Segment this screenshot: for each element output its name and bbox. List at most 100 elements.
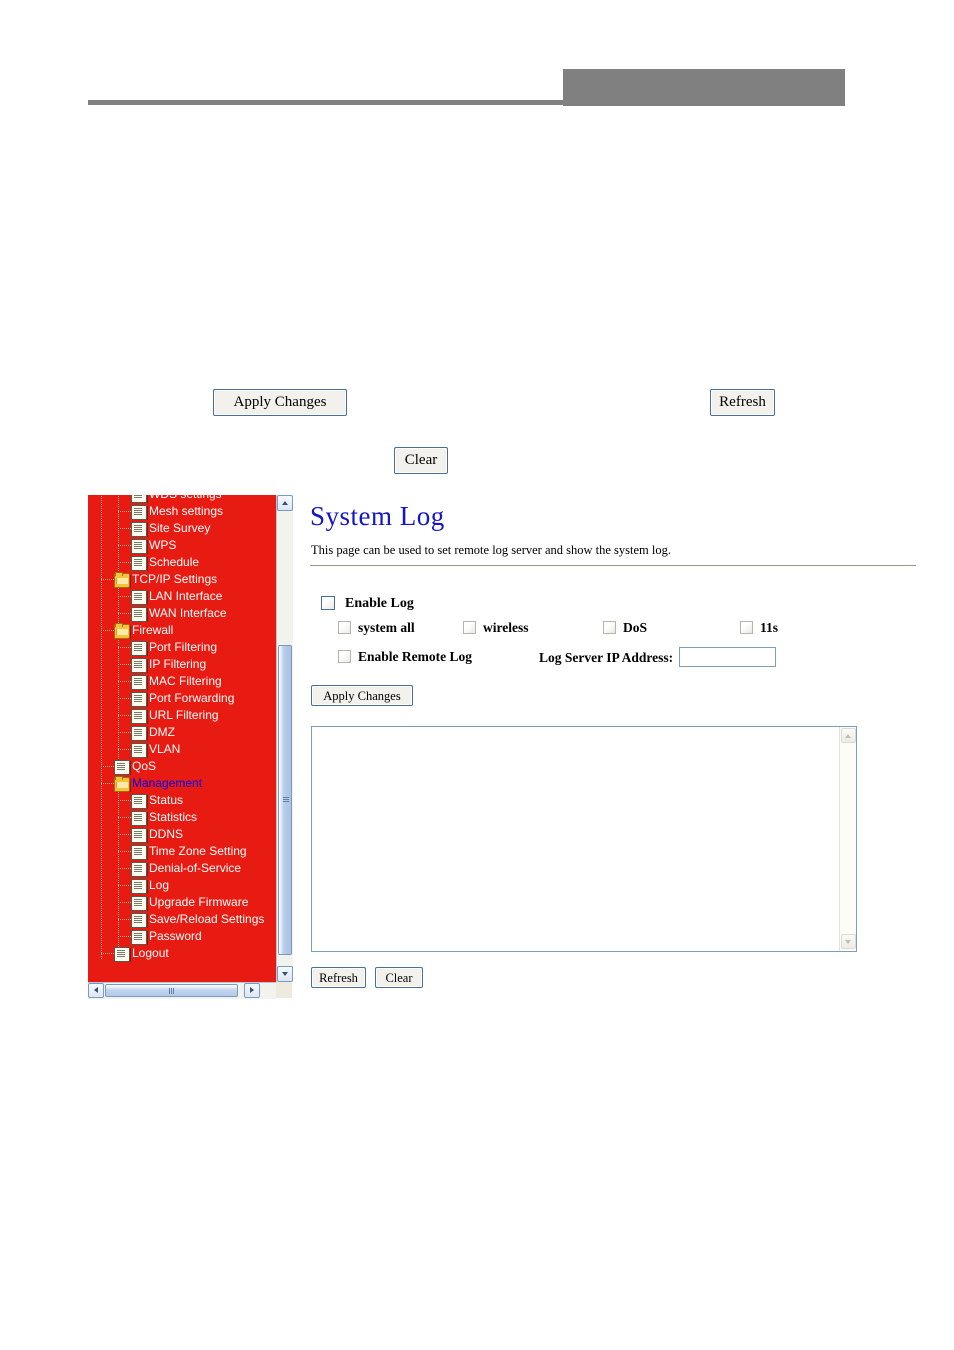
tree-connector — [118, 715, 131, 716]
sidebar-item-tcp-ip-settings[interactable]: TCP/IP Settings — [88, 571, 276, 588]
page-icon — [131, 658, 147, 673]
sidebar-item-wds-settings[interactable]: WDS settings — [88, 495, 276, 503]
tree-connector — [101, 579, 114, 580]
clear-button[interactable]: Clear — [375, 967, 423, 988]
chevron-down-icon — [845, 940, 851, 944]
tree-connector — [118, 834, 131, 835]
log-output-textarea[interactable] — [312, 727, 839, 951]
enable-log-label: Enable Log — [345, 596, 414, 611]
apply-changes-button-doc[interactable]: Apply Changes — [213, 389, 347, 416]
sidebar-item-label: WPS — [149, 538, 177, 552]
sidebar-item-password[interactable]: Password — [88, 928, 276, 945]
sidebar-item-label: Port Filtering — [149, 640, 218, 654]
tree-connector — [118, 800, 131, 801]
page-icon — [131, 505, 147, 520]
sidebar-item-time-zone-setting[interactable]: Time Zone Setting — [88, 843, 276, 860]
tree-connector — [118, 919, 131, 920]
apply-changes-button[interactable]: Apply Changes — [311, 685, 413, 706]
dos-checkbox[interactable] — [603, 621, 616, 634]
sidebar-item-label: MAC Filtering — [149, 674, 222, 688]
sidebar-item-upgrade-firmware[interactable]: Upgrade Firmware — [88, 894, 276, 911]
system-all-checkbox[interactable] — [338, 621, 351, 634]
wireless-checkbox[interactable] — [463, 621, 476, 634]
sidebar-item-denial-of-service[interactable]: Denial-of-Service — [88, 860, 276, 877]
nav-scroll-up-button[interactable] — [277, 495, 293, 511]
sidebar-item-label: WAN Interface — [149, 606, 227, 620]
sidebar-item-logout[interactable]: Logout — [88, 945, 276, 962]
sidebar-item-lan-interface[interactable]: LAN Interface — [88, 588, 276, 605]
sidebar-item-ip-filtering[interactable]: IP Filtering — [88, 656, 276, 673]
page-icon — [131, 811, 147, 826]
navigation-tree-inner: WDS settingsMesh settings Site Survey WPS S… — [88, 495, 276, 962]
log-vertical-scrollbar[interactable] — [839, 727, 856, 951]
sidebar-item-vlan[interactable]: VLAN — [88, 741, 276, 758]
tree-connector — [118, 545, 131, 546]
clear-button-doc[interactable]: Clear — [394, 447, 448, 474]
flag-system-all: system all — [338, 619, 415, 637]
flag-dos: DoS — [603, 619, 647, 637]
sidebar-item-status[interactable]: Status — [88, 792, 276, 809]
sidebar-item-statistics[interactable]: Statistics — [88, 809, 276, 826]
sidebar-item-dmz[interactable]: DMZ — [88, 724, 276, 741]
sidebar-item-port-forwarding[interactable]: Port Forwarding — [88, 690, 276, 707]
nav-scroll-right-button[interactable] — [244, 983, 260, 998]
nav-horizontal-scrollbar[interactable] — [88, 982, 276, 999]
sidebar-item-label: Management — [132, 776, 203, 790]
sidebar-item-mesh-settings[interactable]: Mesh settings — [88, 503, 276, 520]
page-icon — [131, 930, 147, 945]
nav-scroll-left-button[interactable] — [88, 983, 104, 998]
sidebar-item-wps[interactable]: WPS — [88, 537, 276, 554]
chevron-left-icon — [94, 987, 98, 993]
sidebar-item-save-reload-settings[interactable]: Save/Reload Settings — [88, 911, 276, 928]
sidebar-item-label: Site Survey — [149, 521, 211, 535]
sidebar-item-url-filtering[interactable]: URL Filtering — [88, 707, 276, 724]
log-scroll-up-button[interactable] — [841, 728, 856, 743]
sidebar-item-label: Port Forwarding — [149, 691, 235, 705]
log-scroll-down-button[interactable] — [841, 934, 856, 949]
page-icon — [131, 794, 147, 809]
refresh-button-doc[interactable]: Refresh — [710, 389, 775, 416]
navigation-tree[interactable]: WDS settingsMesh settings Site Survey WPS S… — [88, 495, 276, 982]
nav-scroll-down-button[interactable] — [277, 966, 293, 982]
nav-vertical-scrollbar[interactable] — [276, 495, 293, 982]
system-all-label: system all — [358, 620, 415, 635]
tree-connector — [118, 613, 131, 614]
enable-remote-log-checkbox[interactable] — [338, 650, 351, 663]
page-icon — [131, 675, 147, 690]
sidebar-item-ddns[interactable]: DDNS — [88, 826, 276, 843]
enable-log-checkbox[interactable] — [321, 596, 335, 610]
page-icon — [131, 495, 147, 503]
sidebar-item-label: Password — [149, 929, 202, 943]
chevron-up-icon — [282, 501, 288, 505]
sidebar-item-label: IP Filtering — [149, 657, 207, 671]
page-icon — [131, 607, 147, 622]
sidebar-item-label: Status — [149, 793, 184, 807]
chevron-right-icon — [250, 987, 254, 993]
sidebar-item-port-filtering[interactable]: Port Filtering — [88, 639, 276, 656]
sidebar-item-qos[interactable]: QoS — [88, 758, 276, 775]
sidebar-item-firewall[interactable]: Firewall — [88, 622, 276, 639]
sidebar-item-wan-interface[interactable]: WAN Interface — [88, 605, 276, 622]
sidebar-item-label: Save/Reload Settings — [149, 912, 265, 926]
nav-horizontal-scrollbar-thumb[interactable] — [105, 984, 238, 997]
page-icon — [131, 692, 147, 707]
tree-connector — [118, 868, 131, 869]
sidebar-item-log[interactable]: Log — [88, 877, 276, 894]
tree-connector — [118, 936, 131, 937]
11s-checkbox[interactable] — [740, 621, 753, 634]
main-content: System Log This page can be used to set … — [310, 495, 916, 1005]
log-server-ip-input[interactable] — [679, 647, 776, 667]
log-category-flags-row: system all wireless DoS 11s — [338, 619, 818, 637]
sidebar-item-management[interactable]: Management — [88, 775, 276, 792]
enable-log-row: Enable Log — [321, 594, 414, 612]
nav-vertical-scrollbar-thumb[interactable] — [278, 645, 292, 955]
tree-connector — [118, 511, 131, 512]
sidebar-item-label: Firewall — [132, 623, 174, 637]
sidebar-item-site-survey[interactable]: Site Survey — [88, 520, 276, 537]
refresh-button[interactable]: Refresh — [311, 967, 366, 988]
page-icon — [131, 879, 147, 894]
sidebar-item-schedule[interactable]: Schedule — [88, 554, 276, 571]
sidebar-item-mac-filtering[interactable]: MAC Filtering — [88, 673, 276, 690]
sidebar-item-label: QoS — [132, 759, 157, 773]
page-icon — [131, 828, 147, 843]
